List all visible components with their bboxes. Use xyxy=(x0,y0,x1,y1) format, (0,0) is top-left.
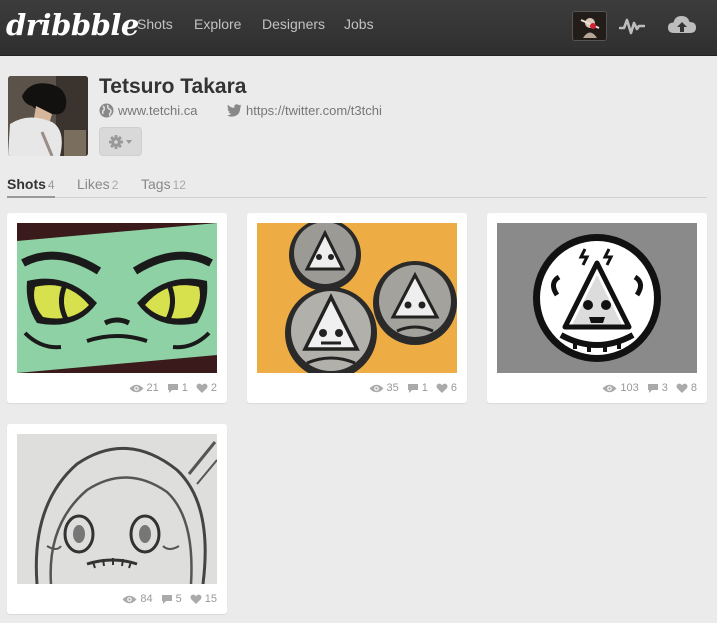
profile-name: Tetsuro Takara xyxy=(99,75,247,98)
comments-stat[interactable]: 1 xyxy=(407,382,428,394)
globe-icon xyxy=(99,103,114,118)
comments-stat[interactable]: 5 xyxy=(161,593,182,605)
shot-stats: 21 1 2 xyxy=(129,382,217,394)
top-navigation-bar: dribbble Shots Explore Designers Jobs xyxy=(0,0,717,56)
likes-stat[interactable]: 6 xyxy=(436,382,457,394)
comments-count: 1 xyxy=(421,382,428,394)
eye-icon xyxy=(369,384,383,392)
user-avatar[interactable] xyxy=(572,11,607,41)
heart-icon xyxy=(676,383,688,393)
comments-count: 1 xyxy=(181,382,188,394)
shot-card[interactable]: 84 5 15 xyxy=(7,424,227,614)
likes-count: 8 xyxy=(690,382,697,394)
nav-designers-link[interactable]: Designers xyxy=(262,16,325,32)
views-stat: 84 xyxy=(122,593,153,605)
shot-card[interactable]: 103 3 8 xyxy=(487,213,707,403)
shot-stats: 103 3 8 xyxy=(602,382,697,394)
activity-icon[interactable] xyxy=(618,15,646,42)
tab-tags-label: Tags xyxy=(141,176,171,192)
heart-icon xyxy=(436,383,448,393)
gear-icon xyxy=(108,134,132,149)
likes-stat[interactable]: 15 xyxy=(190,593,217,605)
comment-icon xyxy=(647,383,658,393)
shot-thumbnail[interactable] xyxy=(257,223,457,373)
shot-card[interactable]: 21 1 2 xyxy=(7,213,227,403)
eye-icon xyxy=(129,384,143,392)
eye-icon xyxy=(602,384,617,392)
views-count: 35 xyxy=(386,382,399,394)
tab-shots-count: 4 xyxy=(47,178,55,192)
profile-website[interactable]: www.tetchi.ca xyxy=(99,103,197,118)
comments-count: 5 xyxy=(175,593,182,605)
likes-count: 15 xyxy=(204,593,217,605)
views-count: 84 xyxy=(140,593,153,605)
shot-card[interactable]: 35 1 6 xyxy=(247,213,467,403)
website-link-text[interactable]: www.tetchi.ca xyxy=(118,103,197,118)
views-stat: 35 xyxy=(369,382,399,394)
views-stat: 21 xyxy=(129,382,159,394)
heart-icon xyxy=(190,594,202,604)
profile-tabs: Shots 4 Likes 2 Tags 12 xyxy=(7,173,707,198)
tab-shots[interactable]: Shots 4 xyxy=(7,176,55,198)
views-stat: 103 xyxy=(602,382,639,394)
comment-icon xyxy=(161,594,172,604)
shot-thumbnail[interactable] xyxy=(17,434,217,584)
likes-count: 2 xyxy=(210,382,217,394)
nav-jobs-link[interactable]: Jobs xyxy=(344,16,374,32)
views-count: 21 xyxy=(146,382,159,394)
shot-stats: 84 5 15 xyxy=(122,593,217,605)
eye-icon xyxy=(122,595,137,603)
heart-icon xyxy=(196,383,208,393)
shot-stats: 35 1 6 xyxy=(369,382,457,394)
tab-shots-label: Shots xyxy=(7,176,46,192)
tab-likes-label: Likes xyxy=(77,176,110,192)
nav-shots-link[interactable]: Shots xyxy=(137,16,173,32)
comments-count: 3 xyxy=(661,382,668,394)
tab-likes[interactable]: Likes 2 xyxy=(77,176,118,192)
views-count: 103 xyxy=(620,382,639,394)
tab-tags[interactable]: Tags 12 xyxy=(141,176,186,192)
twitter-bird-icon xyxy=(227,104,242,117)
nav-explore-link[interactable]: Explore xyxy=(194,16,241,32)
comment-icon xyxy=(167,383,178,393)
tab-tags-count: 12 xyxy=(172,178,186,192)
comments-stat[interactable]: 3 xyxy=(647,382,668,394)
likes-stat[interactable]: 2 xyxy=(196,382,217,394)
shot-thumbnail[interactable] xyxy=(497,223,697,373)
upload-cloud-icon[interactable] xyxy=(667,14,697,43)
shot-thumbnail[interactable] xyxy=(17,223,217,373)
likes-stat[interactable]: 8 xyxy=(676,382,697,394)
dribbble-logo[interactable]: dribbble xyxy=(6,8,139,42)
likes-count: 6 xyxy=(450,382,457,394)
profile-avatar xyxy=(8,76,88,156)
comments-stat[interactable]: 1 xyxy=(167,382,188,394)
tab-likes-count: 2 xyxy=(111,178,119,192)
twitter-link-text[interactable]: https://twitter.com/t3tchi xyxy=(246,103,382,118)
settings-dropdown-button[interactable] xyxy=(99,127,142,156)
profile-twitter[interactable]: https://twitter.com/t3tchi xyxy=(227,103,382,118)
comment-icon xyxy=(407,383,418,393)
